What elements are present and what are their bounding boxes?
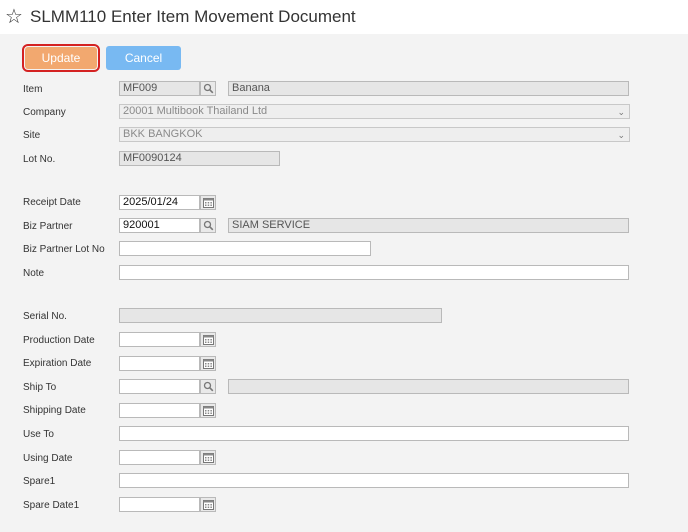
expiration-date-label: Expiration Date (23, 358, 92, 369)
site-value: BKK BANGKOK (123, 128, 203, 140)
company-label: Company (23, 107, 66, 118)
ship-to-code-field[interactable] (119, 379, 200, 394)
company-select[interactable]: 20001 Multibook Thailand Ltd ⌄ (119, 104, 630, 119)
receipt-date-calendar-button[interactable] (200, 195, 216, 210)
company-value: 20001 Multibook Thailand Ltd (123, 105, 268, 117)
note-field[interactable] (119, 265, 629, 280)
item-name-field: Banana (228, 81, 629, 96)
production-date-field[interactable] (119, 332, 200, 347)
calendar-icon (203, 335, 214, 345)
receipt-date-label: Receipt Date (23, 197, 81, 208)
chevron-down-icon: ⌄ (617, 130, 625, 140)
use-to-field[interactable] (119, 426, 629, 441)
using-date-label: Using Date (23, 453, 73, 464)
lot-no-field: MF0090124 (119, 151, 280, 166)
serial-no-field (119, 308, 442, 323)
biz-partner-name-field: SIAM SERVICE (228, 218, 629, 233)
biz-partner-lot-no-field[interactable] (119, 241, 371, 256)
star-outline-icon[interactable]: ☆ (5, 6, 23, 28)
ship-to-name-field (228, 379, 629, 394)
expiration-date-calendar-button[interactable] (200, 356, 216, 371)
shipping-date-field[interactable] (119, 403, 200, 418)
lot-no-label: Lot No. (23, 154, 56, 165)
using-date-calendar-button[interactable] (200, 450, 216, 465)
search-icon (203, 220, 214, 231)
ship-to-search-button[interactable] (200, 379, 216, 394)
serial-no-label: Serial No. (23, 311, 67, 322)
search-icon (203, 381, 214, 392)
note-label: Note (23, 268, 45, 279)
biz-partner-label: Biz Partner (23, 221, 73, 232)
site-label: Site (23, 130, 41, 141)
shipping-date-calendar-button[interactable] (200, 403, 216, 418)
production-date-calendar-button[interactable] (200, 332, 216, 347)
page-title: SLMM110 Enter Item Movement Document (30, 7, 356, 26)
item-label: Item (23, 84, 43, 95)
biz-partner-lot-no-label: Biz Partner Lot No (23, 244, 105, 255)
calendar-icon (203, 406, 214, 416)
ship-to-label: Ship To (23, 382, 57, 393)
title-bar: ☆ SLMM110 Enter Item Movement Document (0, 0, 688, 34)
use-to-label: Use To (23, 429, 54, 440)
spare-date1-label: Spare Date1 (23, 500, 80, 511)
biz-partner-search-button[interactable] (200, 218, 216, 233)
shipping-date-label: Shipping Date (23, 405, 86, 416)
production-date-label: Production Date (23, 335, 95, 346)
item-code-field[interactable]: MF009 (119, 81, 200, 96)
spare1-field[interactable] (119, 473, 629, 488)
using-date-field[interactable] (119, 450, 200, 465)
cancel-button[interactable]: Cancel (106, 46, 181, 70)
spare-date1-calendar-button[interactable] (200, 497, 216, 512)
site-select[interactable]: BKK BANGKOK ⌄ (119, 127, 630, 142)
calendar-icon (203, 359, 214, 369)
spare1-label: Spare1 (23, 476, 56, 487)
calendar-icon (203, 198, 214, 208)
spare-date1-field[interactable] (119, 497, 200, 512)
update-button[interactable]: Update (22, 44, 100, 72)
receipt-date-field[interactable]: 2025/01/24 (119, 195, 200, 210)
item-search-button[interactable] (200, 81, 216, 96)
calendar-icon (203, 453, 214, 463)
calendar-icon (203, 500, 214, 510)
search-icon (203, 83, 214, 94)
expiration-date-field[interactable] (119, 356, 200, 371)
biz-partner-code-field[interactable]: 920001 (119, 218, 200, 233)
chevron-down-icon: ⌄ (617, 107, 625, 117)
